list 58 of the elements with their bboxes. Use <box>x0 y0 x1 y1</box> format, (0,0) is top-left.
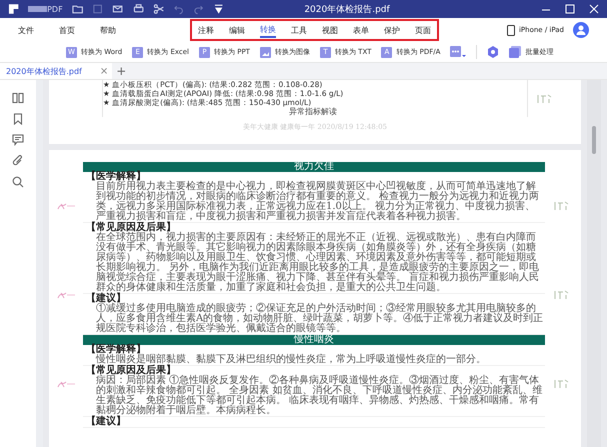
ribbon-tab[interactable]: 编辑 <box>229 24 245 36</box>
stacked-files-icon <box>509 46 522 58</box>
paperclip-icon[interactable] <box>12 155 24 167</box>
logo-mark-icon <box>536 92 554 104</box>
paragraph: 病因：局部因素 ①急性咽炎反复发作。②各种鼻病及呼吸道慢性炎症。③烟酒过度、粉尘、有害气体的刺激和辛辣食物都可引起。 全身因素 如贫血、消化不良、下呼吸道慢性炎症、内分泌功能紊乱、维生素缺乏、免疫功能低下等都可引起本病。 临床表现有咽痒、异物感、灼热感、干燥感和咽痛。常有黏稠分泌物附着于咽后壁。本病病程长。 <box>96 376 544 416</box>
logo-mark-icon <box>553 200 571 212</box>
logo-mark-icon <box>553 288 571 301</box>
ribbon-tab[interactable]: 注释 <box>198 24 214 36</box>
menu-item[interactable]: 文件 <box>18 24 34 36</box>
block-heading: 【建议】 <box>86 417 127 427</box>
maximize-icon[interactable] <box>565 4 575 14</box>
app-name: PDF <box>47 4 63 14</box>
ribbon-logo-icon <box>56 201 76 212</box>
block-heading: 【建议】 <box>86 294 126 304</box>
scrollbar-thumb[interactable] <box>592 126 596 154</box>
ribbon-tab[interactable]: 转换 <box>260 22 276 38</box>
section-title-bar: 慢性咽炎 <box>83 335 545 345</box>
logo-mark-icon <box>553 378 571 390</box>
ribbon-logo-icon <box>56 378 76 389</box>
block-heading: 【常见原因及后果】 <box>86 366 176 376</box>
ribbon-tab[interactable]: 保护 <box>384 24 400 36</box>
ribbon-tab[interactable]: 页面 <box>415 24 431 36</box>
folder-icon[interactable] <box>72 3 83 15</box>
ribbon-tab[interactable]: 视图 <box>322 24 338 36</box>
window-title: 2020年体检报告.pdf <box>303 4 391 16</box>
ribbon-tab[interactable]: 工具 <box>291 24 307 36</box>
close-tab-button[interactable]: × <box>100 66 108 76</box>
close-icon[interactable] <box>589 4 599 14</box>
comment-icon[interactable] <box>12 134 24 146</box>
bookmark-icon[interactable] <box>12 113 24 125</box>
paragraph: ①减缓过多使用电脑造成的眼疲劳；②保证充足的户外活动时间；③经常用眼较多尤其用电脑较多的人，应多食用含维生素A的食物，如动物肝脏、绿叶蔬菜，胡萝卜等。④低于正常视力者建议及时到正规医院专科诊治，包括医学验光、佩戴适合的眼镜等等。 <box>95 304 544 334</box>
block-heading: 【常见原因及后果】 <box>86 223 176 233</box>
menu-item[interactable]: 帮助 <box>100 24 116 36</box>
more-formats-icon[interactable] <box>450 46 466 58</box>
block-heading: 【医学解释】 <box>86 172 146 182</box>
new-tab-button[interactable]: + <box>116 64 126 78</box>
avatar-icon[interactable] <box>573 22 589 38</box>
search-icon[interactable] <box>12 176 24 188</box>
paragraph: 目前所用视力表主要检查的是中心视力，即检查视网膜黄斑区中心凹视敏度，从而可简单迅速地了解到视功能的初步情况，对眼病的临床诊断治疗都有重要的意义。 检查视力一般分为远视力和近视力两类，远视力多采用国际标准视力表，正常远视力应在1.0以上。 视力分为正常视力、中度视力损害、严重视力损害和盲症，中度视力损害和严重视力损害并发盲症代表着各种视力损害。 <box>96 182 540 222</box>
block-heading: 【医学解释】 <box>86 345 146 355</box>
print-icon[interactable] <box>132 3 144 15</box>
app-logo-icon <box>8 3 20 15</box>
image-file-icon <box>260 46 271 58</box>
paragraph: 在全球范围内，视力损害的主要原因有：未经矫正的屈光不正（近视、远视或散光）、患有白内障而没有做手术、青光眼等。其它影响视力的因素除眼本身疾病（如角膜炎等）外，还有全身疾病（如糖尿病等）、药物影响以及用眼卫生、饮食习惯、心理因素、环境因素及意外伤害等等，都可能短期或长期影响视力。 另外，电脑作为我们近距离用眼比较多的工具，是造成眼疲劳的主要原因之一，即电脑视觉综合症，主要表现为眼干涩胀痛、视力下降、甚至伴有头晕等。 盲症和视力损伤严重影响人民群众的身体健康和生活质量，加重了家庭和社会负担，是重大的公共卫生问题。 <box>96 233 540 293</box>
mail-icon[interactable] <box>112 3 124 15</box>
tab-title: 2020年体检报告.pdf <box>6 66 82 76</box>
brand-logo-icon <box>28 6 48 12</box>
section-heading: 异常指标解读 <box>288 107 338 117</box>
phone-icon <box>506 24 515 36</box>
dropdown-icon[interactable] <box>214 3 224 15</box>
ribbon-tab[interactable]: 表单 <box>353 24 369 36</box>
menu-item[interactable]: 首页 <box>59 24 75 36</box>
settings-icon[interactable] <box>487 46 500 58</box>
panels-icon[interactable] <box>12 92 24 104</box>
ribbon-logo-icon <box>56 290 76 300</box>
scissors-icon[interactable] <box>152 3 164 15</box>
paragraph: 慢性咽炎是咽部黏膜、黏膜下及淋巴组织的慢性炎症，常为上呼吸道慢性炎症的一部分。 <box>96 355 487 365</box>
document-tab[interactable]: 2020年体检报告.pdf × <box>0 63 112 79</box>
